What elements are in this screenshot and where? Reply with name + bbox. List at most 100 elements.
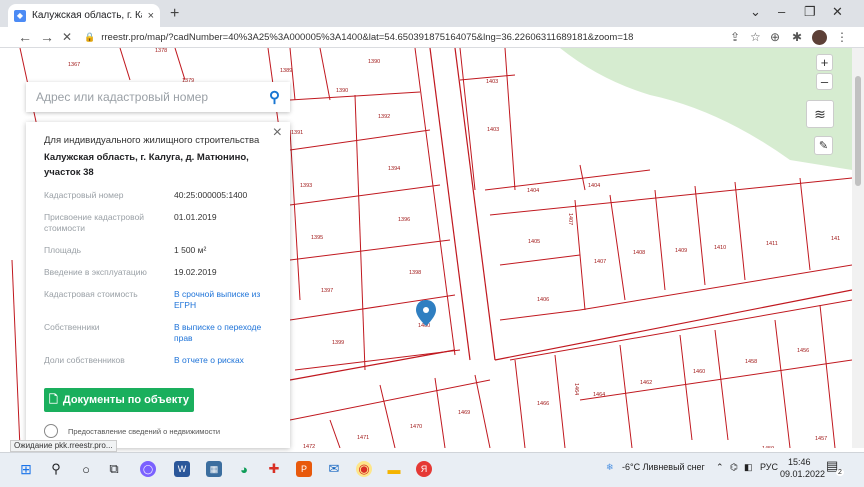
globe-icon: [44, 424, 58, 438]
parcel-label: 1395: [311, 235, 323, 241]
status-bubble: Ожидание pkk.rreestr.pro...: [10, 440, 117, 452]
search-input[interactable]: [36, 90, 269, 104]
parcel-label: 1378: [155, 48, 167, 54]
parcel-label: 1367: [68, 62, 80, 68]
edge-icon[interactable]: ◕: [236, 461, 252, 477]
parcel-label: 1462: [640, 380, 652, 386]
search-icon[interactable]: ⚲: [48, 461, 64, 477]
network-icon[interactable]: ⌬: [730, 462, 738, 473]
weather-text[interactable]: -6°C Ливневый снег: [622, 462, 705, 472]
attribute-row: Присвоение кадастровой стоимости 01.01.20…: [44, 212, 272, 234]
parcel-label: 1403: [486, 79, 498, 85]
share-icon[interactable]: ⇪: [730, 30, 740, 44]
clock-time[interactable]: 15:46: [788, 457, 811, 467]
parcel-label: 1392: [378, 114, 390, 120]
owners-link[interactable]: В выписке о переходе прав: [174, 322, 272, 344]
speaker-icon[interactable]: ◧: [744, 462, 753, 473]
minimize-button[interactable]: –: [778, 4, 785, 19]
ruler-icon[interactable]: ✎: [814, 136, 833, 155]
documents-button-label: Документы по объекту: [62, 394, 189, 406]
attribute-row: Введение в эксплуатацию 19.02.2019: [44, 267, 272, 278]
stop-button[interactable]: ✕: [62, 30, 72, 44]
new-tab-button[interactable]: +: [170, 5, 179, 23]
panel-close-icon[interactable]: ×: [273, 124, 282, 142]
zoom-in-button[interactable]: +: [816, 54, 833, 71]
gift-icon[interactable]: ✚: [266, 461, 282, 477]
cortana-icon[interactable]: ○: [78, 461, 94, 477]
site-favicon-icon: ◆: [14, 9, 26, 22]
tab-search-icon[interactable]: ⌄: [750, 4, 761, 20]
chrome-icon[interactable]: ◉: [356, 461, 372, 477]
layers-icon[interactable]: ≋: [806, 100, 834, 128]
owner-shares-link[interactable]: В отчете о рисках: [174, 355, 272, 366]
attribute-row: Кадастровая стоимость В срочной выписке и…: [44, 289, 272, 311]
provide-info-link[interactable]: Предоставление сведений о недвижимости: [44, 424, 220, 438]
mail-icon[interactable]: ✉: [326, 461, 342, 477]
word-icon[interactable]: W: [174, 461, 190, 477]
parcel-label: 1471: [357, 435, 369, 441]
restore-button[interactable]: ❐: [804, 4, 816, 20]
close-window-button[interactable]: ✕: [832, 4, 843, 20]
attribute-row: Кадастровый номер 40:25:000005:1400: [44, 190, 272, 201]
task-view-icon[interactable]: ⧉: [106, 461, 122, 477]
attribute-key: Кадастровая стоимость: [44, 289, 138, 299]
parcel-purpose: Для индивидуального жилищного строительс…: [44, 135, 260, 146]
parcel-label: 1389: [280, 68, 292, 74]
zoom-out-button[interactable]: –: [816, 73, 833, 90]
tab-strip: ◆ Калужская область, г. Калуга, д. × + ⌄…: [0, 0, 864, 27]
powerpoint-icon[interactable]: P: [296, 461, 312, 477]
parcel-label: 1409: [675, 248, 687, 254]
store-icon[interactable]: ▦: [206, 461, 222, 477]
attribute-row: Собственники В выписке о переходе прав: [44, 322, 272, 344]
parcel-label: 1396: [398, 217, 410, 223]
vertical-scrollbar[interactable]: [852, 48, 864, 448]
attribute-value: 1 500 м²: [174, 245, 207, 255]
app-icon[interactable]: ◯: [140, 461, 156, 477]
menu-icon[interactable]: ⋮: [836, 30, 848, 44]
attribute-key: Присвоение кадастровой стоимости: [44, 212, 145, 233]
bookmark-star-icon[interactable]: ☆: [750, 30, 761, 44]
parcel-label: 1469: [458, 410, 470, 416]
parcel-label: 1404: [527, 188, 539, 194]
parcel-label: 1464: [573, 383, 579, 395]
forward-button[interactable]: →: [40, 29, 54, 45]
profile-avatar[interactable]: [812, 30, 827, 45]
parcel-label: 1394: [388, 166, 400, 172]
parcel-attributes: Кадастровый номер 40:25:000005:1400 Присв…: [44, 190, 272, 366]
yandex-icon[interactable]: Я: [416, 461, 432, 477]
parcel-label: 1408: [633, 250, 645, 256]
attribute-key: Введение в эксплуатацию: [44, 267, 147, 277]
url-field[interactable]: 🔒 rreestr.pro/map/?cadNumber=40%3A25%3A0…: [80, 29, 720, 46]
parcel-label: 1460: [693, 369, 705, 375]
cadastral-value-link[interactable]: В срочной выписке из ЕГРН: [174, 289, 272, 311]
folder-icon[interactable]: ▬: [386, 461, 402, 477]
parcel-label: 1472: [303, 444, 315, 448]
search-icon[interactable]: ⚲: [269, 88, 280, 106]
browser-tab[interactable]: ◆ Калужская область, г. Калуга, д. ×: [8, 4, 160, 27]
extensions-icon[interactable]: ✱: [792, 30, 802, 44]
language-indicator[interactable]: РУС: [760, 462, 778, 472]
parcel-label: 1456: [797, 348, 809, 354]
tab-close-icon[interactable]: ×: [148, 10, 154, 22]
translate-icon[interactable]: ⊕: [770, 30, 780, 44]
document-icon: 🗋: [49, 393, 58, 406]
parcel-label: 1464: [593, 392, 605, 398]
documents-button[interactable]: 🗋 Документы по объекту: [44, 388, 194, 412]
tray-chevron-icon[interactable]: ⌃: [716, 462, 724, 473]
parcel-label: 1410: [714, 245, 726, 251]
address-bar-row: ← → ✕ 🔒 rreestr.pro/map/?cadNumber=40%3A…: [0, 27, 864, 48]
provide-info-text: Предоставление сведений о недвижимости: [68, 426, 221, 436]
parcel-label: 1390: [336, 88, 348, 94]
attribute-row: Площадь 1 500 м²: [44, 245, 272, 256]
parcel-label: 1466: [537, 401, 549, 407]
start-icon[interactable]: ⊞: [18, 461, 34, 477]
parcel-label: 1404: [588, 183, 600, 189]
scrollbar-thumb[interactable]: [855, 76, 861, 186]
attribute-value: 40:25:000005:1400: [174, 190, 248, 200]
attribute-value: 19.02.2019: [174, 267, 217, 277]
parcel-label: 1459: [762, 446, 774, 448]
attribute-key: Кадастровый номер: [44, 190, 124, 200]
parcel-label: 1399: [332, 340, 344, 346]
clock-date[interactable]: 09.01.2022: [780, 469, 825, 479]
back-button[interactable]: ←: [18, 29, 32, 45]
